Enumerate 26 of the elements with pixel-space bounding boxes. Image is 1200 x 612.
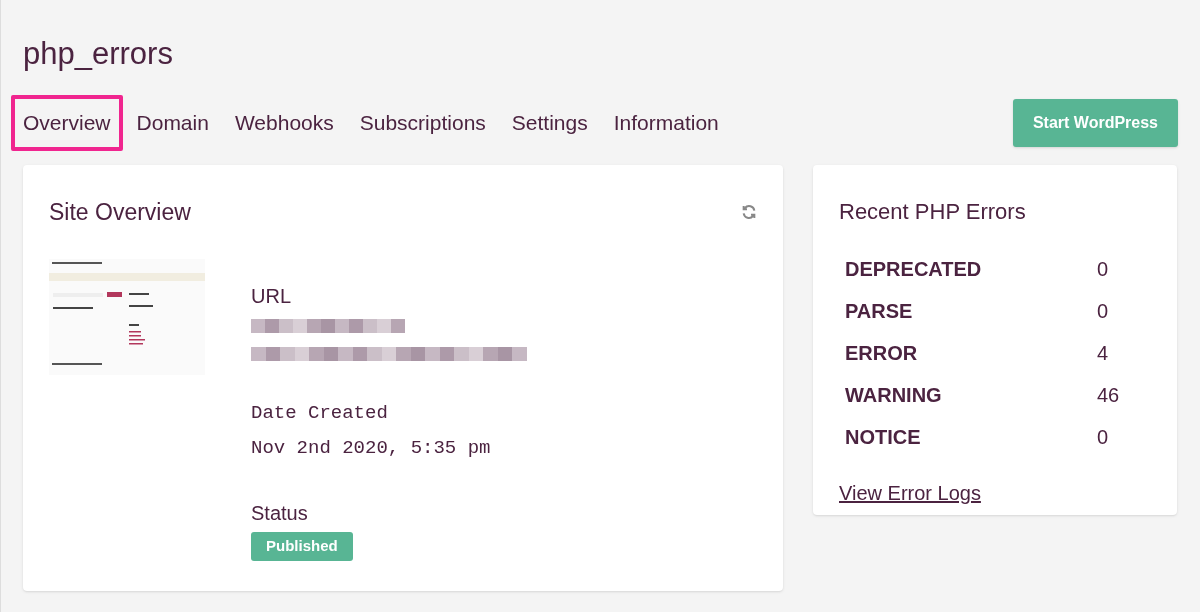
error-count: 46: [1097, 382, 1120, 408]
error-count: 0: [1097, 424, 1109, 450]
card-title: Recent PHP Errors: [839, 197, 1027, 226]
error-count: 0: [1097, 298, 1109, 324]
error-type: WARNING: [845, 382, 943, 408]
error-type: NOTICE: [845, 424, 922, 450]
date-value: Nov 2nd 2020, 5:35 pm: [251, 435, 492, 461]
status-label: Status: [251, 501, 309, 526]
tab[interactable]: Settings: [499, 95, 600, 151]
tab[interactable]: Overview: [11, 95, 123, 151]
status-badge: Published: [251, 532, 353, 561]
date-label: Date Created: [251, 401, 389, 426]
error-count: 4: [1097, 340, 1109, 366]
view-error-logs-link[interactable]: View Error Logs: [839, 477, 981, 508]
error-count: 0: [1097, 256, 1109, 282]
tab[interactable]: Subscriptions: [347, 95, 498, 151]
error-type: PARSE: [845, 298, 914, 324]
tab[interactable]: Webhooks: [222, 95, 346, 151]
error-type: DEPRECATED: [845, 256, 983, 282]
url-label: URL: [251, 284, 292, 309]
tab[interactable]: Information: [601, 95, 731, 151]
error-type: ERROR: [845, 340, 919, 366]
site-title: php_errors: [23, 38, 174, 69]
card-title: Site Overview: [49, 197, 191, 227]
refresh-icon[interactable]: [741, 203, 757, 220]
tab[interactable]: Domain: [124, 95, 221, 151]
